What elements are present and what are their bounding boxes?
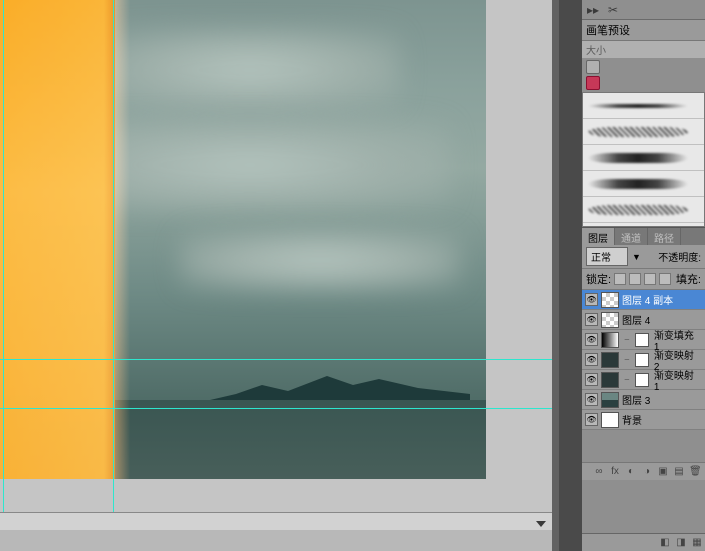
brush-preset-list[interactable]	[582, 92, 705, 227]
cloud-shape	[180, 230, 460, 290]
layer-name[interactable]: 渐变映射 1	[654, 367, 702, 393]
panels-column: ▸▸ ✂ 画笔预设 大小 图层 通道 路径 正常 ▼ 不透明度: 锁定: 填充:	[582, 0, 705, 551]
layer-mask-thumbnail[interactable]	[635, 373, 649, 387]
lock-row: 锁定: 填充:	[582, 269, 705, 290]
collapse-icon[interactable]: ▸▸	[586, 3, 600, 17]
dock-gutter	[552, 0, 582, 551]
brush-tip-icon[interactable]	[586, 60, 600, 74]
layer-mask-thumbnail[interactable]	[635, 333, 649, 347]
tab-layers[interactable]: 图层	[582, 228, 615, 245]
brush-preset-item[interactable]	[583, 93, 704, 119]
visibility-icon[interactable]: 👁	[585, 313, 598, 326]
layer-mask-thumbnail[interactable]	[635, 353, 649, 367]
new-group-icon[interactable]: ▣	[657, 466, 669, 478]
brush-stroke-icon	[588, 153, 688, 163]
lock-pixels-icon[interactable]	[629, 273, 641, 285]
layer-row[interactable]: 👁 背景	[582, 410, 705, 430]
layer-thumbnail[interactable]	[601, 292, 619, 308]
lock-all-icon[interactable]	[659, 273, 671, 285]
layer-row[interactable]: 👁 ⎯ 渐变映射 1	[582, 370, 705, 390]
layer-thumbnail[interactable]	[601, 312, 619, 328]
blend-mode-select[interactable]: 正常	[586, 247, 628, 266]
brush-stroke-icon	[588, 179, 688, 189]
layer-name[interactable]: 图层 3	[622, 392, 650, 407]
layer-row[interactable]: 👁 图层 3	[582, 390, 705, 410]
new-adjustment-icon[interactable]: ◑	[641, 466, 653, 478]
link-icon[interactable]: ⎯	[622, 373, 632, 387]
cloud-shape	[100, 30, 400, 110]
brush-preset-item[interactable]	[583, 119, 704, 145]
visibility-icon[interactable]: 👁	[585, 373, 598, 386]
status-icon[interactable]: ▦	[691, 537, 703, 549]
horizontal-scrollbar[interactable]	[0, 512, 552, 530]
layer-thumbnail[interactable]	[601, 332, 619, 348]
layer-fx-icon[interactable]: fx	[609, 466, 621, 478]
brush-stroke-icon	[588, 205, 688, 215]
status-icon[interactable]: ◧	[659, 537, 671, 549]
fill-label: 填充:	[676, 271, 701, 287]
visibility-icon[interactable]: 👁	[585, 333, 598, 346]
brush-preset-item[interactable]	[583, 171, 704, 197]
brush-presets-tab[interactable]: 画笔预设	[582, 20, 705, 41]
blend-mode-row: 正常 ▼ 不透明度:	[582, 245, 705, 269]
layer-thumbnail[interactable]	[601, 392, 619, 408]
status-bar-right: ◧ ◨ ▦	[582, 533, 705, 551]
layers-empty-area	[582, 430, 705, 462]
layer-row[interactable]: 👁 图层 4 副本	[582, 290, 705, 310]
layer-thumbnail[interactable]	[601, 372, 619, 388]
lock-transparency-icon[interactable]	[614, 273, 626, 285]
layer-name[interactable]: 图层 4	[622, 312, 650, 327]
layers-list[interactable]: 👁 图层 4 副本 👁 图层 4 👁 ⎯ 渐变填充 1 👁 ⎯ 渐变映射 2 👁	[582, 290, 705, 430]
add-mask-icon[interactable]: ◐	[625, 466, 637, 478]
layers-panel-footer: ∞ fx ◐ ◑ ▣ ▤ 🗑	[582, 462, 705, 480]
visibility-icon[interactable]: 👁	[585, 353, 598, 366]
lock-label: 锁定:	[586, 271, 611, 287]
brush-size-label: 大小	[582, 41, 705, 58]
brush-stroke-icon	[588, 127, 688, 137]
tab-channels[interactable]: 通道	[615, 228, 648, 245]
tab-paths[interactable]: 路径	[648, 228, 681, 245]
brush-preset-item[interactable]	[583, 145, 704, 171]
scroll-arrow-icon[interactable]	[536, 521, 546, 527]
layer-thumbnail[interactable]	[601, 352, 619, 368]
lock-position-icon[interactable]	[644, 273, 656, 285]
guide-vertical[interactable]	[113, 0, 114, 530]
panel-top-icons: ▸▸ ✂	[582, 0, 705, 20]
scissors-icon[interactable]: ✂	[606, 3, 620, 17]
dock-strip	[552, 0, 559, 551]
visibility-icon[interactable]: 👁	[585, 293, 598, 306]
brush-preview-icon[interactable]	[586, 76, 600, 90]
brush-stroke-icon	[588, 104, 688, 108]
new-layer-icon[interactable]: ▤	[673, 466, 685, 478]
brush-view-icons	[582, 58, 705, 92]
layer-name[interactable]: 图层 4 副本	[622, 292, 673, 307]
layers-panel-tabs: 图层 通道 路径	[582, 227, 705, 245]
layer-name[interactable]: 背景	[622, 412, 642, 427]
link-icon[interactable]: ⎯	[622, 353, 632, 367]
opacity-label: 不透明度:	[658, 249, 701, 264]
brush-preset-item[interactable]	[583, 197, 704, 223]
guide-horizontal[interactable]	[0, 408, 552, 409]
guide-vertical[interactable]	[3, 0, 4, 530]
link-icon[interactable]: ⎯	[622, 333, 632, 347]
guide-horizontal[interactable]	[0, 359, 552, 360]
link-layers-icon[interactable]: ∞	[593, 466, 605, 478]
visibility-icon[interactable]: 👁	[585, 393, 598, 406]
status-icon[interactable]: ◨	[675, 537, 687, 549]
layer-thumbnail[interactable]	[601, 412, 619, 428]
canvas-area	[0, 0, 552, 530]
visibility-icon[interactable]: 👁	[585, 413, 598, 426]
delete-layer-icon[interactable]: 🗑	[689, 466, 701, 478]
